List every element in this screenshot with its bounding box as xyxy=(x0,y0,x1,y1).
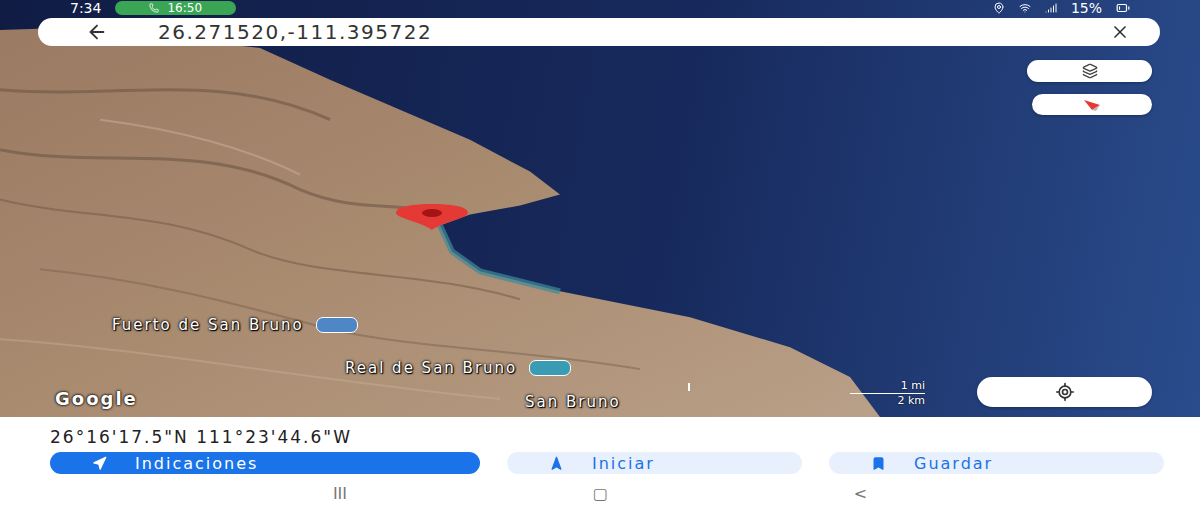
action-icon xyxy=(549,456,564,471)
layers-button[interactable] xyxy=(1027,60,1152,82)
satellite-imagery xyxy=(0,0,1200,417)
nav-button[interactable]: III xyxy=(313,484,367,503)
action-icon xyxy=(871,456,886,471)
location-icon xyxy=(993,2,1005,14)
action-button[interactable]: Indicaciones xyxy=(50,452,480,474)
search-bar[interactable]: 26.271520,-111.395722 xyxy=(38,18,1160,46)
maps-screen: 7:34 16:50 15% 26.271520,-111.395722 Fuerto … xyxy=(0,0,1200,507)
phone-icon xyxy=(149,3,159,13)
call-indicator[interactable]: 16:50 xyxy=(115,1,236,15)
layers-icon xyxy=(1082,63,1098,79)
map-scale: 1 mi2 km xyxy=(850,380,925,407)
google-logo: Google xyxy=(55,388,138,409)
compass-button[interactable] xyxy=(1032,94,1152,115)
map-label[interactable]: Real de San Bruno xyxy=(345,359,571,377)
clock: 7:34 xyxy=(70,0,101,16)
town-marker xyxy=(688,383,690,391)
coordinates: 26°16'17.5"N 111°23'44.6"W xyxy=(50,427,1165,447)
status-bar: 7:34 16:50 15% xyxy=(0,0,1200,16)
action-button[interactable]: Iniciar xyxy=(507,452,802,474)
action-icon xyxy=(92,456,107,471)
close-icon[interactable] xyxy=(1110,22,1130,42)
map-label[interactable]: Fuerto de San Bruno xyxy=(112,316,358,334)
action-button[interactable]: Guardar xyxy=(829,452,1164,474)
place-sheet: 26°16'17.5"N 111°23'44.6"WIndicacionesIn… xyxy=(0,417,1200,480)
my-location-button[interactable] xyxy=(977,377,1152,407)
restaurant-icon xyxy=(529,360,571,376)
satellite-map[interactable]: 7:34 16:50 15% 26.271520,-111.395722 Fuerto … xyxy=(0,0,1200,417)
nav-button[interactable]: ▢ xyxy=(573,484,628,503)
battery-level: 15% xyxy=(1071,0,1102,16)
search-text[interactable]: 26.271520,-111.395722 xyxy=(158,20,1060,44)
nav-button[interactable]: < xyxy=(834,484,887,503)
battery-icon xyxy=(1116,1,1130,15)
navigation-bar: III ▢ < xyxy=(0,480,1200,507)
signal-icon xyxy=(1045,2,1057,14)
wifi-icon xyxy=(1019,2,1031,14)
map-label[interactable]: San Bruno xyxy=(525,393,621,411)
landmark-icon xyxy=(316,317,358,333)
compass-icon xyxy=(1082,98,1102,112)
action-row: Indicaciones Iniciar Guardar xyxy=(50,452,1165,474)
map-pin-icon[interactable] xyxy=(392,204,472,230)
back-arrow-icon[interactable] xyxy=(86,21,108,43)
crosshair-icon xyxy=(1055,382,1075,402)
